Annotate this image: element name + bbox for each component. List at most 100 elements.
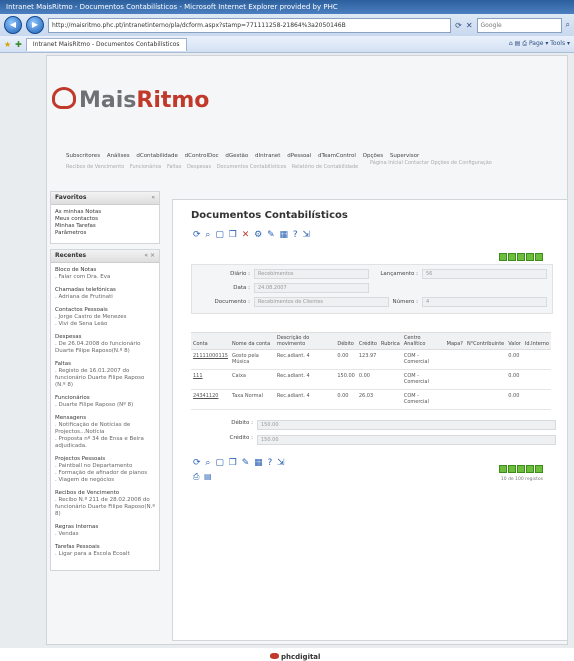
column-header[interactable]: Centro Analítico	[401, 332, 445, 350]
recent-group-title[interactable]: Tarefas Pessoais	[55, 544, 155, 551]
new-document-icon[interactable]: ▢	[215, 230, 225, 240]
header-right-links[interactable]: Página Inicial Contactar Opções de Confi…	[370, 160, 492, 166]
search-icon[interactable]: ⌕	[566, 20, 570, 30]
table-cell[interactable]: 111	[191, 369, 230, 390]
ie-command-bar[interactable]: ⌂ ▤ ⎙ Page ▾ Tools ▾	[509, 40, 570, 48]
export-icon[interactable]: ⇲	[277, 458, 286, 468]
last-page-button[interactable]	[535, 465, 543, 473]
recent-item[interactable]: . Paintball no Departamento	[55, 463, 155, 470]
recent-group-title[interactable]: Despesas	[55, 334, 155, 341]
recent-group-title[interactable]: Bloco de Notas	[55, 267, 155, 274]
nav-dcontabilidade[interactable]: dContabilidade	[136, 153, 178, 159]
lancamento-field[interactable]: 56	[422, 269, 547, 279]
tab-intranet[interactable]: Intranet MaisRitmo - Documentos Contabil…	[25, 37, 187, 51]
report-icon[interactable]: ▦	[254, 458, 264, 468]
page-tools-menu[interactable]: Page ▾ Tools ▾	[529, 40, 570, 47]
recent-item[interactable]: . Recibo N.º 211 de 28.02.2008 do funcio…	[55, 497, 155, 518]
recent-group-title[interactable]: Projectos Pessoais	[55, 456, 155, 463]
nav-subscritores[interactable]: Subscritores	[66, 153, 100, 159]
favorito-item[interactable]: Meus contactos	[55, 216, 155, 223]
subnav-recibos[interactable]: Recibos de Vencimento	[66, 164, 124, 170]
print-icon[interactable]: ⎙	[193, 472, 200, 481]
column-header[interactable]: Descrição do movimento	[274, 332, 336, 350]
copy-icon[interactable]: ❐	[229, 458, 238, 468]
maisritmo-logo[interactable]: MaisRitmo	[52, 87, 209, 113]
recent-item[interactable]: . Viagem de negócios	[55, 477, 155, 484]
favorites-star-icon[interactable]: ★	[4, 40, 11, 49]
column-header[interactable]: Rubrica	[378, 332, 402, 350]
column-header[interactable]: N°Contribuinte	[464, 332, 507, 350]
column-header[interactable]: Nome da conta	[230, 332, 275, 350]
prev-page-button[interactable]	[508, 253, 516, 261]
settings-icon[interactable]: ⚙	[254, 230, 263, 240]
url-field[interactable]: http://maisritmo.phc.pt/intranetinterno/…	[48, 17, 452, 33]
export-icon[interactable]: ⇲	[303, 230, 312, 240]
recent-group-title[interactable]: Recibos de Vencimento	[55, 490, 155, 497]
next-page-button[interactable]	[526, 253, 534, 261]
recent-group-title[interactable]: Contactos Pessoais	[55, 307, 155, 314]
copy-icon[interactable]: ❐	[229, 230, 238, 240]
collapse-icon[interactable]: « ×	[144, 250, 155, 262]
first-page-button[interactable]	[499, 253, 507, 261]
page-button[interactable]	[517, 465, 525, 473]
nav-dintranet[interactable]: dIntranet	[255, 153, 280, 159]
documento-field[interactable]: Recebimentos de Clientes	[254, 297, 389, 307]
diario-field[interactable]: Recebimentos	[254, 269, 369, 279]
last-page-button[interactable]	[535, 253, 543, 261]
forward-button[interactable]: ▶	[26, 16, 44, 34]
new-document-icon[interactable]: ▢	[215, 458, 225, 468]
recent-item[interactable]: . Vendas	[55, 531, 155, 538]
recent-group-title[interactable]: Mensagens	[55, 415, 155, 422]
favorito-item[interactable]: Minhas Tarefas	[55, 223, 155, 230]
recent-group-title[interactable]: Funcionários	[55, 395, 155, 402]
recent-item[interactable]: . Jorge Castro de Menezes	[55, 314, 155, 321]
favorito-item[interactable]: As minhas Notas	[55, 209, 155, 216]
table-row[interactable]: 24341120 Taxa Normal Rec.adiant. 4 0.00 26.0…	[191, 389, 551, 410]
subnav-funcionarios[interactable]: Funcionários	[130, 164, 161, 170]
recent-group-title[interactable]: Faltas	[55, 361, 155, 368]
next-page-button[interactable]	[526, 465, 534, 473]
column-header[interactable]: Id.Interno	[522, 332, 551, 350]
help-icon[interactable]: ?	[293, 230, 299, 240]
refresh-icon[interactable]: ⟳	[193, 230, 202, 240]
recent-group-title[interactable]: Regras Internas	[55, 524, 155, 531]
nav-dpessoal[interactable]: dPessoal	[287, 153, 311, 159]
numero-field[interactable]: 4	[422, 297, 547, 307]
column-header[interactable]: Conta	[191, 332, 230, 350]
table-cell[interactable]: 21111000115	[191, 349, 230, 370]
recent-item[interactable]: . Proposta nº 34 de Ensa e Beira adjudic…	[55, 436, 155, 450]
prev-page-button[interactable]	[508, 465, 516, 473]
recent-item[interactable]: . Ligar para a Escola Ecoalt	[55, 551, 155, 558]
recent-item[interactable]: . Registo de 16.01.2007 do funcionário D…	[55, 368, 155, 389]
recent-item[interactable]: . Adriana de Frutinati	[55, 294, 155, 301]
nav-dteamcontrol[interactable]: dTeamControl	[318, 153, 356, 159]
stop-icon[interactable]: ✕	[466, 21, 473, 30]
add-favorite-icon[interactable]: ✚	[15, 40, 22, 49]
page-button[interactable]	[517, 253, 525, 261]
attach-icon[interactable]: ▤	[204, 472, 213, 481]
edit-icon[interactable]: ✎	[267, 230, 276, 240]
phcdigital-logo[interactable]: phcdigital	[270, 653, 320, 661]
recent-item[interactable]: . Vivi de Sena Leão	[55, 321, 155, 328]
recent-item[interactable]: . De 26.04.2008 do funcionário Duarte Fi…	[55, 341, 155, 355]
table-cell[interactable]: 24341120	[191, 389, 230, 410]
recent-group-title[interactable]: Chamadas telefónicas	[55, 287, 155, 294]
subnav-despesas[interactable]: Despesas	[187, 164, 211, 170]
search-icon[interactable]: ⌕	[205, 230, 211, 240]
delete-icon[interactable]: ✕	[242, 230, 251, 240]
column-header[interactable]: Débito	[335, 332, 357, 350]
column-header[interactable]: Mapa?	[444, 332, 465, 350]
table-row[interactable]: 21111000115 Gosto pela Música Rec.adiant. …	[191, 349, 551, 370]
first-page-button[interactable]	[499, 465, 507, 473]
favorito-item[interactable]: Parâmetros	[55, 230, 155, 237]
print-icon[interactable]: ⎙	[522, 40, 527, 47]
recent-item[interactable]: . Formação de afinador de pianos	[55, 470, 155, 477]
report-icon[interactable]: ▦	[279, 230, 289, 240]
subnav-documentos[interactable]: Documentos Contabilísticos	[217, 164, 287, 170]
recent-item[interactable]: . Notificação de Notícias de Projectos..…	[55, 422, 155, 436]
help-icon[interactable]: ?	[268, 458, 274, 468]
subnav-faltas[interactable]: Faltas	[167, 164, 182, 170]
collapse-icon[interactable]: «	[151, 192, 155, 204]
nav-supervisor[interactable]: Supervisor	[390, 153, 419, 159]
table-row[interactable]: 111 Caixa Rec.adiant. 4 150.00 0.00 COM - Com…	[191, 369, 551, 390]
